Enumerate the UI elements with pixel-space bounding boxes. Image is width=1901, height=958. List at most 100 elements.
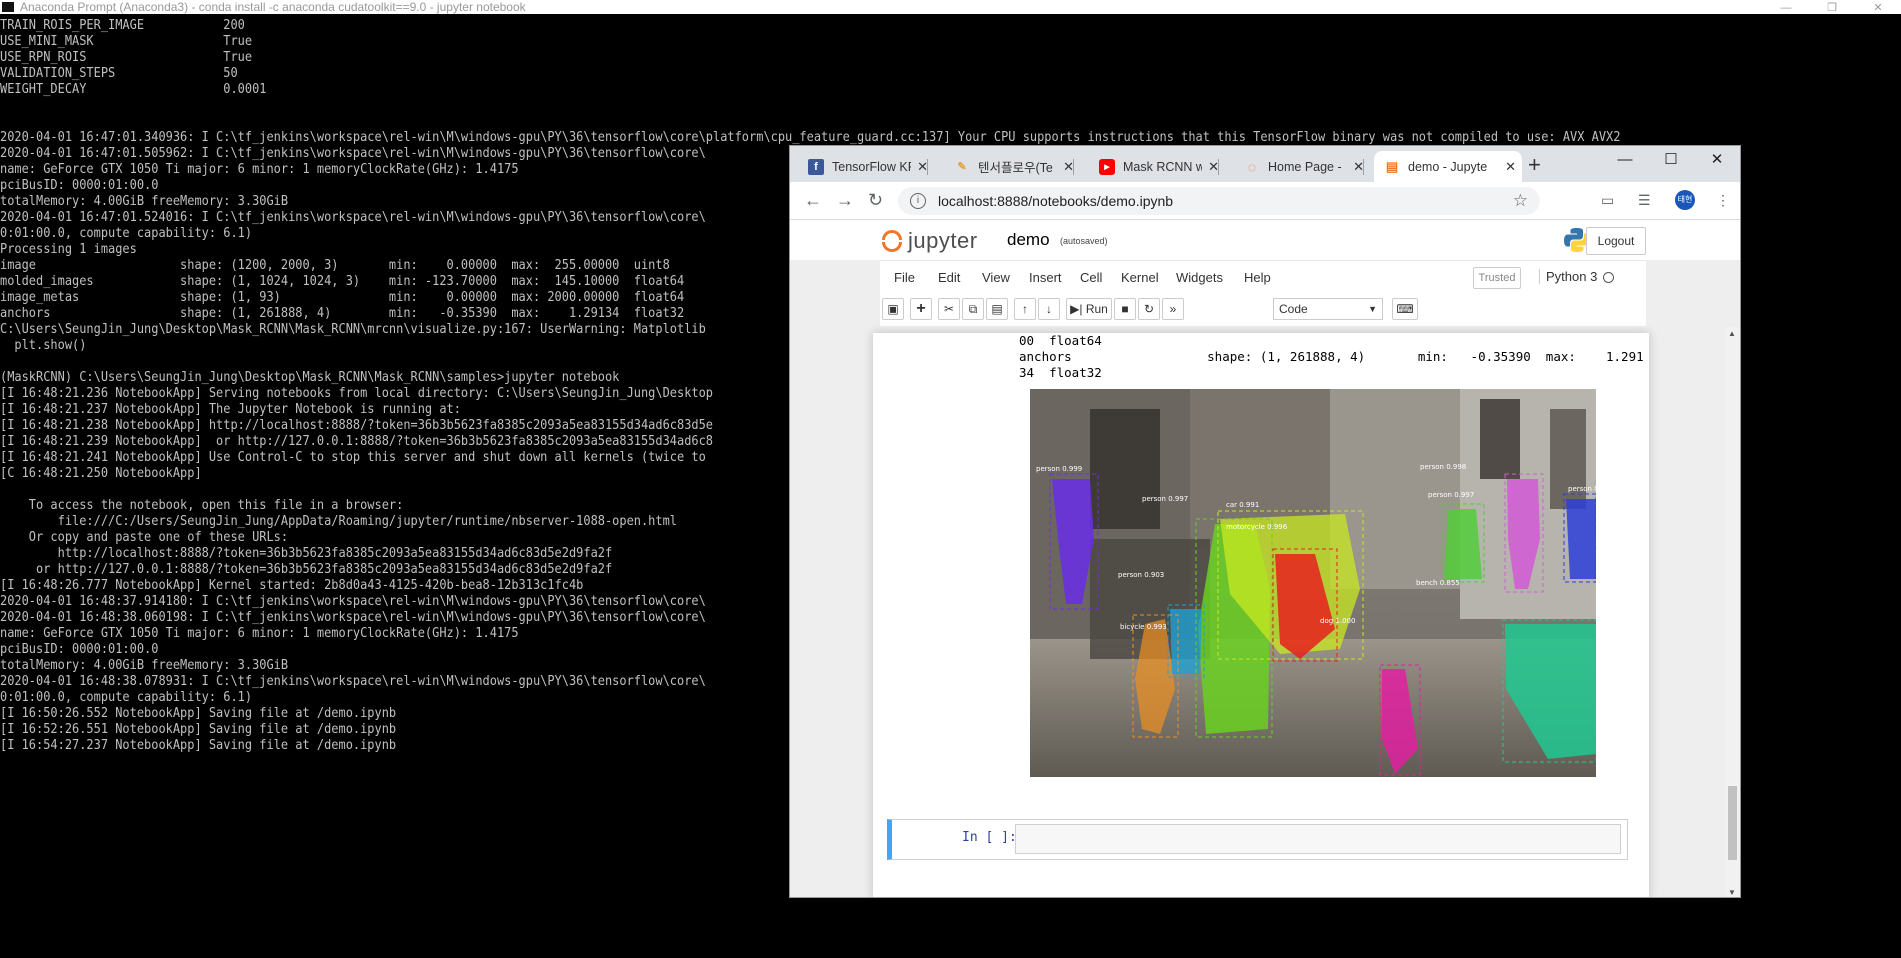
console-line: USE_MINI_MASK True [0,33,253,49]
output-line: anchors shape: (1, 261888, 4) min: -0.35… [1019,349,1644,364]
keyboard-icon[interactable]: ⌨ [1392,298,1418,320]
menu-file[interactable]: File [894,270,915,285]
trusted-badge[interactable]: Trusted [1473,267,1521,289]
console-minimize-button[interactable]: — [1763,1,1809,15]
detection-label: bicycle 0.993 [1120,623,1167,631]
cell-type-value: Code [1279,302,1308,316]
reload-icon[interactable]: ↻ [868,190,883,210]
output-image: person 0.999 person 0.998 person 0.988 pers… [1030,389,1596,777]
tab-label: 텐서플로우(Te [978,161,1053,175]
scroll-thumb[interactable] [1728,786,1737,860]
detection-label: person 0.997 [1142,495,1188,503]
notebook-name[interactable]: demo [1007,230,1050,250]
more-menu-icon[interactable]: ⋮ [1716,192,1730,209]
browser-window: f TensorFlow KR ✕ ✎ 텐서플로우(Te ✕ ▶ Mask RC… [789,145,1741,898]
output-line: 34 float32 [1019,365,1102,380]
cell-type-select[interactable]: Code ▼ [1273,298,1383,320]
pencil-icon: ✎ [957,161,967,173]
tab-tensorflow-kr[interactable]: f TensorFlow KR ✕ [804,151,928,182]
interrupt-icon[interactable]: ■ [1114,298,1136,320]
tab-label: Mask RCNN w [1123,159,1203,174]
menu-edit[interactable]: Edit [938,270,960,285]
paste-icon[interactable]: ▤ [986,298,1008,320]
jupyter-page: jupyter demo (autosaved) Logout File Edi… [790,220,1740,897]
menu-insert[interactable]: Insert [1029,270,1062,285]
copy-icon[interactable]: ⧉ [962,298,984,320]
tab-close-icon[interactable]: ✕ [1208,159,1219,175]
tab-strip: f TensorFlow KR ✕ ✎ 텐서플로우(Te ✕ ▶ Mask RC… [790,146,1740,182]
browser-maximize-button[interactable]: ☐ [1648,146,1694,174]
media-queue-icon[interactable]: ☰ [1638,192,1651,209]
chevron-down-icon: ▼ [1368,304,1377,314]
browser-minimize-button[interactable]: — [1602,146,1648,174]
tab-close-icon[interactable]: ✕ [1505,159,1516,175]
console-titlebar: Anaconda Prompt (Anaconda3) - conda inst… [0,0,1901,14]
menu-widgets[interactable]: Widgets [1176,270,1223,285]
menu-view[interactable]: View [982,270,1010,285]
jupyter-logo-icon [882,230,902,252]
bookmark-star-icon[interactable]: ☆ [1513,191,1528,211]
cell-output-text: 00 float64 anchors shape: (1, 261888, 4) … [1019,333,1644,381]
insert-cell-icon[interactable]: + [910,298,932,320]
console-close-button[interactable]: ✕ [1855,1,1901,15]
tab-close-icon[interactable]: ✕ [1353,159,1364,175]
run-button[interactable]: ▶| Run [1066,298,1112,320]
jupyter-toolbar: ▣ + ✂ ⧉ ▤ ↑ ↓ ▶| Run ■ ↻ » Code ▼ ⌨ [880,294,1646,326]
cast-icon[interactable]: ▭ [1601,192,1614,209]
back-arrow-icon[interactable]: ← [804,190,822,210]
info-icon[interactable]: i [910,193,926,209]
logout-button[interactable]: Logout [1586,227,1646,255]
console-line: USE_RPN_ROIS True [0,49,253,65]
browser-close-button[interactable]: ✕ [1694,146,1740,174]
scroll-down-arrow-icon[interactable]: ▼ [1728,888,1736,897]
menu-help[interactable]: Help [1244,270,1271,285]
jupyter-icon: ◌ [1247,158,1257,175]
address-bar[interactable]: i localhost:8888/notebooks/demo.ipynb ☆ [898,187,1540,215]
profile-avatar[interactable]: 태현 [1675,190,1695,210]
console-maximize-button[interactable]: ❐ [1809,1,1855,15]
new-tab-button[interactable]: + [1528,151,1541,179]
tab-close-icon[interactable]: ✕ [917,159,928,175]
kernel-name: Python 3 [1539,269,1597,284]
tab-mask-rcnn-youtube[interactable]: ▶ Mask RCNN w ✕ [1095,151,1219,182]
move-up-icon[interactable]: ↑ [1014,298,1036,320]
facebook-icon: f [808,158,824,175]
scroll-up-arrow-icon[interactable]: ▲ [1728,329,1736,338]
menu-cell[interactable]: Cell [1080,270,1102,285]
save-icon[interactable]: ▣ [882,298,904,320]
tab-label: demo - Jupyte [1408,159,1488,174]
menu-kernel[interactable]: Kernel [1121,270,1159,285]
detection-label: motorcycle 0.996 [1226,523,1288,531]
cut-icon[interactable]: ✂ [938,298,960,320]
detection-label: person 0.999 [1036,465,1082,473]
address-toolbar: ← → ↻ i localhost:8888/notebooks/demo.ip… [790,182,1740,220]
run-label: Run [1085,302,1108,316]
detection-label: bench 0.855 [1416,579,1460,587]
jupyter-logo-text: jupyter [908,228,978,253]
detection-label: person 0.988 [1568,485,1596,493]
tab-tensorflow-ko[interactable]: ✎ 텐서플로우(Te ✕ [950,151,1074,182]
url-text: localhost:8888/notebooks/demo.ipynb [938,193,1174,209]
console-line: WEIGHT_DECAY 0.0001 [0,81,267,97]
detection-label: dog 1.000 [1320,617,1355,625]
code-editor[interactable] [1015,824,1621,854]
move-down-icon[interactable]: ↓ [1038,298,1060,320]
tab-demo-jupyter[interactable]: ▤ demo - Jupyte ✕ [1374,151,1522,182]
run-icon: ▶| [1070,302,1086,316]
detection-label: car 0.991 [1226,501,1259,509]
notebook-icon: ▤ [1385,158,1399,174]
youtube-icon: ▶ [1099,158,1115,175]
page-scrollbar[interactable]: ▲ ▼ [1725,327,1740,897]
restart-icon[interactable]: ↻ [1138,298,1160,320]
tab-close-icon[interactable]: ✕ [1063,159,1074,175]
restart-run-all-icon[interactable]: » [1162,298,1184,320]
console-line: VALIDATION_STEPS 50 [0,65,238,81]
tab-home-page[interactable]: ◌ Home Page - ✕ [1240,151,1364,182]
forward-arrow-icon[interactable]: → [836,190,854,210]
jupyter-menubar: File Edit View Insert Cell Kernel Widget… [880,260,1646,296]
jupyter-logo[interactable]: jupyter [882,228,978,254]
input-cell[interactable]: In [ ]: [887,819,1628,860]
tab-label: Home Page - [1268,159,1342,174]
